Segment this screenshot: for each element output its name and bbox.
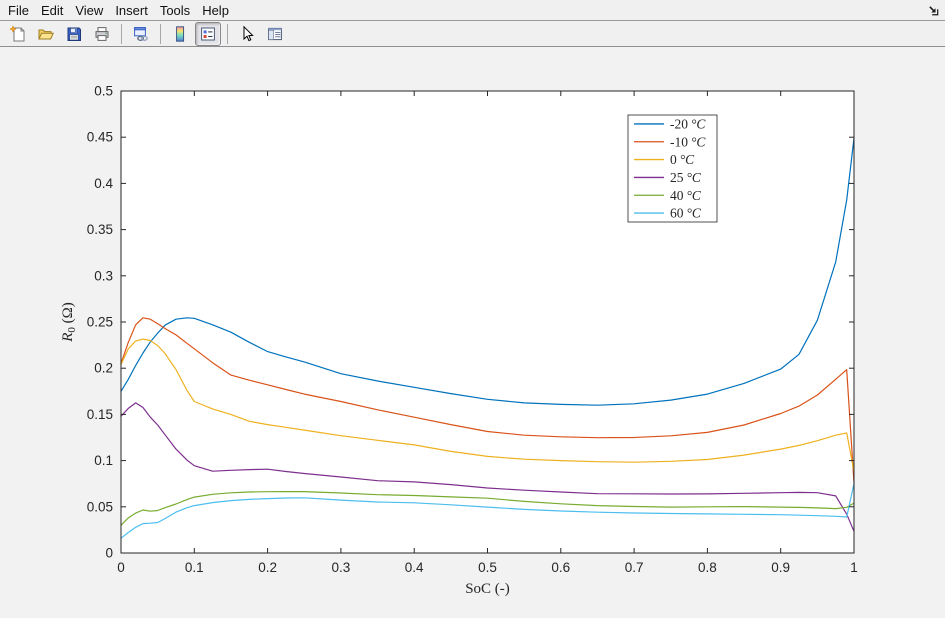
- property-inspector-button[interactable]: [262, 22, 288, 46]
- y-tick-label: 0.3: [94, 268, 113, 283]
- menu-file[interactable]: File: [2, 1, 35, 20]
- y-tick-label: 0.15: [87, 407, 113, 422]
- x-tick-label: 0.4: [405, 560, 424, 575]
- link-plot-button[interactable]: [128, 22, 154, 46]
- print-figure-button[interactable]: [89, 22, 115, 46]
- menu-edit[interactable]: Edit: [35, 1, 69, 20]
- legend-label-2: 0°C: [670, 152, 695, 167]
- menu-tools[interactable]: Tools: [154, 1, 196, 20]
- x-tick-label: 0.3: [332, 560, 351, 575]
- x-tick-label: 0.2: [258, 560, 277, 575]
- link-plot-icon: [132, 25, 150, 43]
- plot-canvas: 0 0.1 0.2 0.3 0.4 0.5 0.6 0.7 0.8 0.9 1 0 0.05 0.1 0.1…: [0, 48, 945, 618]
- toolbar-separator: [227, 24, 228, 44]
- y-tick-label: 0.25: [87, 315, 113, 330]
- x-tick-label: 0.5: [478, 560, 497, 575]
- menu-insert[interactable]: Insert: [109, 1, 154, 20]
- x-tick-label: 1: [850, 560, 858, 575]
- menu-bar: File Edit View Insert Tools Help: [0, 0, 945, 21]
- open-file-button[interactable]: [33, 22, 59, 46]
- legend[interactable]: -20°C-10°C0°C25°C40°C60°C: [628, 115, 717, 222]
- plot-area: [121, 91, 854, 553]
- y-tick-label: 0: [105, 546, 113, 561]
- cursor-arrow-icon: [238, 25, 256, 43]
- save-figure-button[interactable]: [61, 22, 87, 46]
- figure-canvas: 0 0.1 0.2 0.3 0.4 0.5 0.6 0.7 0.8 0.9 1 0 0.05 0.1 0.1…: [0, 48, 945, 618]
- x-tick-label: 0.1: [185, 560, 204, 575]
- y-tick-label: 0.5: [94, 84, 113, 99]
- menu-view[interactable]: View: [69, 1, 109, 20]
- insert-legend-button[interactable]: [195, 22, 221, 46]
- figure-window: File Edit View Insert Tools Help: [0, 0, 945, 618]
- printer-icon: [93, 25, 111, 43]
- y-tick-label: 0.4: [94, 176, 113, 191]
- x-tick-label: 0.8: [698, 560, 717, 575]
- y-tick-label: 0.1: [94, 453, 113, 468]
- x-tick-label: 0.9: [771, 560, 790, 575]
- menu-help[interactable]: Help: [196, 1, 235, 20]
- y-tick-label: 0.2: [94, 361, 113, 376]
- insert-colorbar-button[interactable]: [167, 22, 193, 46]
- x-tick-label: 0.6: [551, 560, 570, 575]
- y-axis-label: R0 (Ω): [60, 302, 78, 343]
- new-figure-icon: [9, 25, 27, 43]
- save-floppy-icon: [65, 25, 83, 43]
- y-tick-label: 0.35: [87, 222, 113, 237]
- new-figure-button[interactable]: [5, 22, 31, 46]
- edit-plot-button[interactable]: [234, 22, 260, 46]
- legend-label-5: 60°C: [670, 206, 702, 221]
- figure-toolbar: [0, 21, 945, 47]
- legend-label-3: 25°C: [670, 170, 702, 185]
- property-inspector-icon: [266, 25, 284, 43]
- toolbar-separator: [121, 24, 122, 44]
- x-axis-label: SoC (-): [465, 581, 510, 597]
- x-tick-label: 0.7: [625, 560, 644, 575]
- legend-label-4: 40°C: [670, 188, 702, 203]
- toolbar-separator: [160, 24, 161, 44]
- y-tick-label: 0.45: [87, 130, 113, 145]
- dock-figure-button[interactable]: [927, 4, 940, 17]
- open-folder-icon: [37, 25, 55, 43]
- colorbar-icon: [171, 25, 189, 43]
- y-tick-label: 0.05: [87, 499, 113, 514]
- legend-icon: [199, 25, 217, 43]
- dock-arrow-icon: [928, 5, 939, 16]
- x-tick-label: 0: [117, 560, 125, 575]
